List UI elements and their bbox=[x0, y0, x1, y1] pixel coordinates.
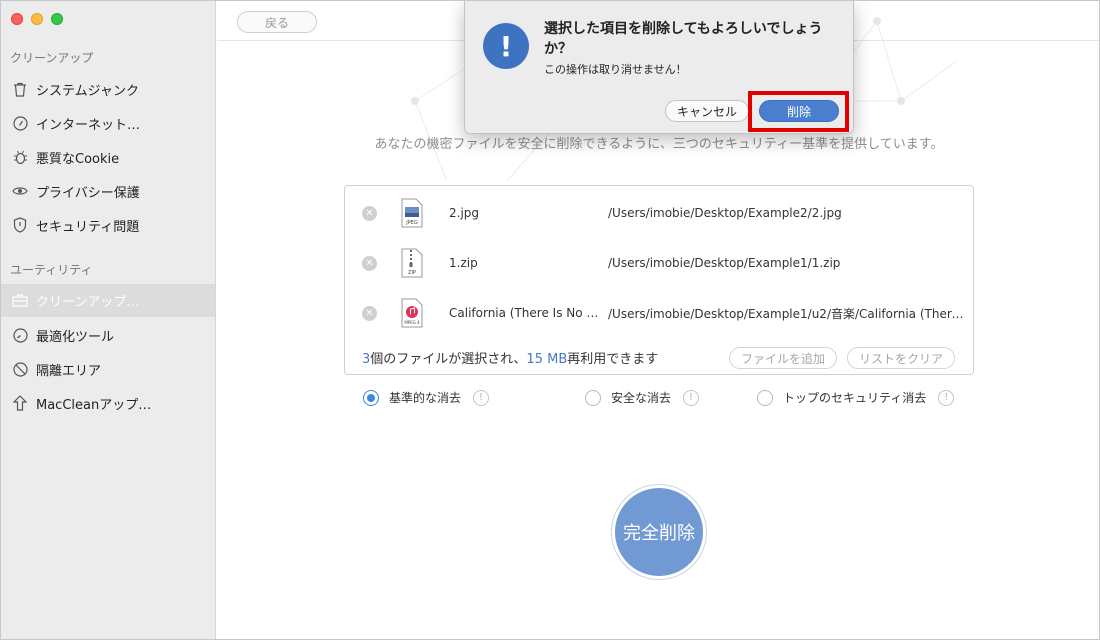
file-path: /Users/imobie/Desktop/Example1/1.zip bbox=[608, 256, 841, 270]
sidebar-item-optimizer[interactable]: 最適化ツール bbox=[1, 319, 215, 351]
close-window-button[interactable] bbox=[11, 13, 23, 25]
erase-button-label: 完全削除 bbox=[615, 488, 703, 576]
radio-top-security[interactable] bbox=[757, 389, 773, 406]
reclaimable-size: 15 MB bbox=[526, 352, 568, 367]
sidebar-item-label: 隔離エリア bbox=[36, 363, 102, 379]
file-list-panel: ✕ JPEG 2.jpg /Users/imobie/Desktop/Examp… bbox=[344, 185, 974, 375]
file-path: /Users/imobie/Desktop/Example2/2.jpg bbox=[608, 206, 842, 220]
sidebar-item-label: クリーンアップ… bbox=[36, 295, 140, 310]
option-label: トップのセキュリティ消去 bbox=[783, 391, 927, 405]
minimize-window-button[interactable] bbox=[31, 13, 43, 25]
sidebar-item-label: インターネット… bbox=[36, 117, 141, 133]
info-icon[interactable]: ! bbox=[473, 389, 490, 406]
sidebar-item-label: MacCleanアップ… bbox=[36, 397, 152, 413]
speed-icon bbox=[11, 326, 29, 344]
exclamation-icon: ! bbox=[483, 23, 529, 69]
clear-list-button[interactable]: リストをクリア bbox=[847, 347, 955, 369]
option-top-security-erase[interactable]: トップのセキュリティ消去 ! bbox=[757, 389, 955, 406]
file-type-label: MPEG 4 bbox=[404, 320, 420, 325]
option-label: 基準的な消去 bbox=[389, 391, 462, 405]
radio-standard[interactable] bbox=[363, 389, 379, 406]
file-name: 1.zip bbox=[449, 256, 478, 270]
remove-file-icon[interactable]: ✕ bbox=[362, 255, 377, 271]
erase-button[interactable]: 完全削除 bbox=[611, 484, 707, 580]
highlight-box bbox=[748, 91, 849, 132]
zip-file-icon: ZIP bbox=[401, 248, 423, 278]
radio-secure[interactable] bbox=[585, 389, 601, 406]
music-file-icon: MPEG 4 bbox=[401, 298, 423, 328]
dialog-title: 選択した項目を削除してもよろしいでしょうか？ bbox=[544, 21, 823, 57]
file-row: ✕ ZIP 1.zip /Users/imobie/Desktop/Exampl… bbox=[345, 238, 973, 288]
app-window: クリーンアップ システムジャンク インターネット… 悪質なCookie プライバ… bbox=[0, 0, 1100, 640]
eye-icon bbox=[11, 182, 29, 200]
sidebar: クリーンアップ システムジャンク インターネット… 悪質なCookie プライバ… bbox=[1, 1, 216, 639]
add-files-button[interactable]: ファイルを追加 bbox=[729, 347, 837, 369]
sidebar-item-system-junk[interactable]: システムジャンク bbox=[1, 73, 215, 105]
file-name: 2.jpg bbox=[449, 206, 480, 220]
trash-icon bbox=[11, 80, 29, 98]
window-controls bbox=[11, 13, 63, 25]
option-label: 安全な消去 bbox=[611, 391, 672, 405]
compass-icon bbox=[11, 114, 29, 132]
jpeg-file-icon: JPEG bbox=[401, 198, 423, 228]
sidebar-item-label: 悪質なCookie bbox=[36, 151, 120, 167]
sidebar-item-label: プライバシー保護 bbox=[36, 185, 140, 201]
sidebar-section-utility: ユーティリティ bbox=[10, 263, 93, 277]
back-button[interactable]: 戻る bbox=[237, 11, 317, 33]
cancel-button[interactable]: キャンセル bbox=[665, 100, 749, 122]
sidebar-item-label: セキュリティ問題 bbox=[36, 219, 140, 235]
sidebar-item-update[interactable]: MacCleanアップ… bbox=[1, 387, 215, 419]
sidebar-item-cleanup-utility[interactable]: クリーンアップ… bbox=[1, 284, 215, 317]
remove-file-icon[interactable]: ✕ bbox=[362, 205, 377, 221]
file-path: /Users/imobie/Desktop/Example1/u2/音楽/Cal… bbox=[608, 306, 970, 321]
option-secure-erase[interactable]: 安全な消去 ! bbox=[585, 389, 700, 406]
description-text: あなたの機密ファイルを安全に削除できるように、三つのセキュリティー基準を提供して… bbox=[374, 137, 944, 152]
selection-summary: 3個のファイルが選択され、15 MB再利用できます bbox=[362, 352, 659, 367]
sidebar-item-security[interactable]: セキュリティ問題 bbox=[1, 209, 215, 241]
file-row: ✕ MPEG 4 California (There Is No End… /U… bbox=[345, 288, 973, 338]
dialog-message: この操作は取り消せません！ bbox=[544, 63, 687, 76]
shield-icon bbox=[11, 216, 29, 234]
sidebar-item-privacy[interactable]: プライバシー保護 bbox=[1, 175, 215, 207]
info-icon[interactable]: ! bbox=[683, 389, 700, 406]
upload-arrow-icon bbox=[11, 394, 29, 412]
file-type-label: ZIP bbox=[408, 270, 416, 276]
file-row: ✕ JPEG 2.jpg /Users/imobie/Desktop/Examp… bbox=[345, 188, 973, 238]
file-name: California (There Is No End… bbox=[449, 306, 605, 320]
sidebar-item-internet[interactable]: インターネット… bbox=[1, 107, 215, 139]
remove-file-icon[interactable]: ✕ bbox=[362, 305, 377, 321]
file-type-label: JPEG bbox=[405, 220, 418, 226]
option-standard-erase[interactable]: 基準的な消去 ! bbox=[363, 389, 490, 406]
sidebar-section-cleanup: クリーンアップ bbox=[10, 51, 94, 65]
sidebar-item-quarantine[interactable]: 隔離エリア bbox=[1, 353, 215, 385]
quarantine-icon bbox=[11, 360, 29, 378]
bug-icon bbox=[11, 148, 29, 166]
zoom-window-button[interactable] bbox=[51, 13, 63, 25]
sidebar-item-label: 最適化ツール bbox=[36, 329, 115, 345]
briefcase-icon bbox=[11, 292, 29, 310]
info-icon[interactable]: ! bbox=[938, 389, 955, 406]
sidebar-item-label: システムジャンク bbox=[36, 83, 139, 99]
sidebar-item-cookie[interactable]: 悪質なCookie bbox=[1, 141, 215, 173]
